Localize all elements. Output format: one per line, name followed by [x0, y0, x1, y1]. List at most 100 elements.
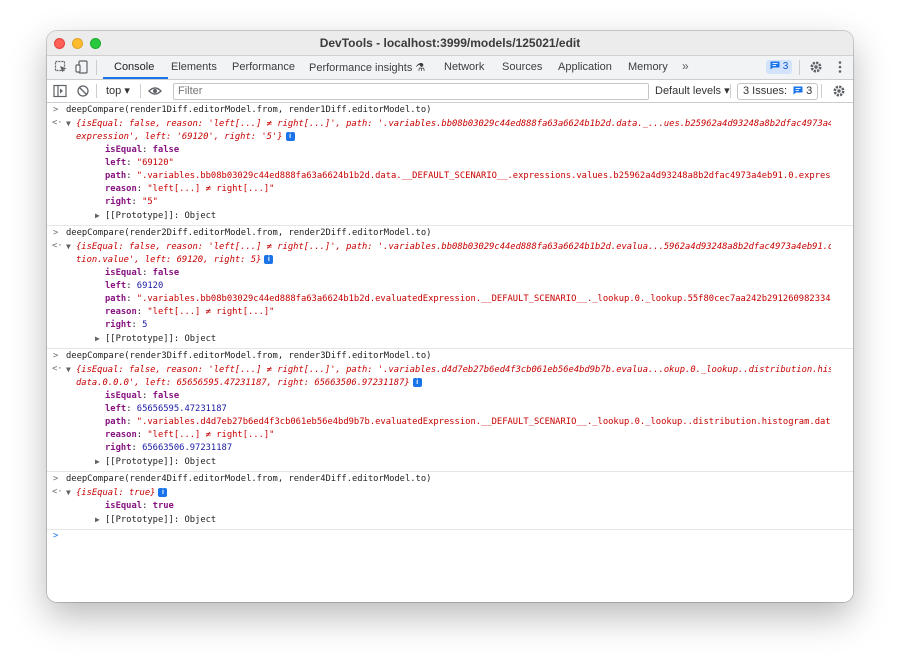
property-row: reason: "left[...] ≠ right[...]" — [105, 307, 275, 317]
expand-triangle-icon[interactable]: ▼ — [66, 363, 76, 376]
property-row: reason: "left[...] ≠ right[...]" — [105, 430, 275, 440]
console-toolbar: top ▾ Default levels ▾ 3 Issues: 3 — [47, 80, 853, 103]
property-row: left: 65656595.47231187 — [105, 404, 227, 414]
messages-count: 3 — [782, 61, 789, 72]
active-tab-indicator — [103, 77, 168, 79]
result-object: <· ▼ {isEqual: false, reason: 'left[...] … — [47, 117, 853, 223]
return-arrow-icon: <· — [52, 487, 63, 497]
panel-tab-bar: Console Elements Performance Performance… — [47, 56, 853, 80]
info-icon[interactable]: i — [264, 255, 274, 264]
prototype-row[interactable]: ▶ [[Prototype]]: Object — [66, 513, 831, 527]
property-row: reason: "left[...] ≠ right[...]" — [105, 184, 275, 194]
property-row: isEqual: false — [105, 145, 180, 155]
messages-badge[interactable]: 3 — [766, 60, 793, 74]
property-row: path: ".variables.bb08b03029c44ed888fa63… — [105, 294, 831, 304]
expand-triangle-icon[interactable]: ▶ — [95, 332, 105, 345]
info-icon[interactable]: i — [412, 378, 422, 387]
title-bar: DevTools - localhost:3999/models/125021/… — [47, 31, 853, 56]
issues-button[interactable]: 3 Issues: 3 — [737, 83, 819, 100]
prototype-row[interactable]: ▶ [[Prototype]]: Object — [66, 455, 831, 469]
prompt-chevron-icon: > — [53, 228, 59, 238]
result-object: <· ▼ {isEqual: true} i isEqual: true ▶ [[Pr… — [47, 486, 853, 527]
prototype-row[interactable]: ▶ [[Prototype]]: Object — [66, 209, 831, 223]
property-row: isEqual: true — [105, 501, 174, 511]
tab-performance[interactable]: Performance — [232, 61, 295, 73]
console-entry: > deepCompare(render3Diff.editorModel.fr… — [47, 348, 853, 471]
property-row: left: 69120 — [105, 281, 164, 291]
devtools-window: DevTools - localhost:3999/models/125021/… — [47, 31, 853, 602]
command-text: deepCompare(render2Diff.editorModel.from… — [66, 228, 432, 238]
device-toolbar-icon[interactable] — [75, 60, 89, 74]
command-text: deepCompare(render1Diff.editorModel.from… — [66, 105, 432, 115]
divider — [96, 60, 97, 75]
expand-triangle-icon[interactable]: ▶ — [95, 455, 105, 468]
tab-performance-insights[interactable]: Performance insights ⚗ — [309, 61, 425, 74]
prompt-chevron-icon: > — [53, 474, 59, 484]
object-preview-continued: tion.value', left: 69120, right: 5} i — [66, 254, 831, 267]
divider — [96, 84, 97, 98]
object-preview-continued: data.0.0.0', left: 65656595.47231187, ri… — [66, 377, 831, 390]
prompt-chevron-icon: > — [53, 531, 59, 541]
console-entry: > deepCompare(render1Diff.editorModel.fr… — [47, 103, 853, 225]
object-preview[interactable]: ▼ {isEqual: false, reason: 'left[...] ≠ r… — [66, 363, 831, 377]
console-prompt-input[interactable]: > — [47, 529, 853, 544]
console-entry: > deepCompare(render4Diff.editorModel.fr… — [47, 471, 853, 529]
object-preview[interactable]: ▼ {isEqual: false, reason: 'left[...] ≠ r… — [66, 240, 831, 254]
expand-triangle-icon[interactable]: ▼ — [66, 486, 76, 499]
expand-triangle-icon[interactable]: ▼ — [66, 240, 76, 253]
issues-count: 3 — [806, 85, 813, 97]
command-text: deepCompare(render3Diff.editorModel.from… — [66, 351, 432, 361]
property-row: path: ".variables.d4d7eb27b6ed4f3cb061eb… — [105, 417, 831, 427]
return-arrow-icon: <· — [52, 241, 63, 251]
tab-application[interactable]: Application — [558, 61, 612, 73]
console-settings-gear-icon[interactable] — [832, 84, 846, 98]
prototype-row[interactable]: ▶ [[Prototype]]: Object — [66, 332, 831, 346]
context-selector[interactable]: top ▾ — [106, 84, 130, 97]
info-icon[interactable]: i — [285, 132, 295, 141]
window-title: DevTools - localhost:3999/models/125021/… — [319, 36, 581, 50]
chat-icon — [770, 61, 780, 70]
gear-icon[interactable] — [809, 60, 823, 74]
property-row: right: "5" — [105, 197, 158, 207]
log-levels-dropdown[interactable]: Default levels ▾ — [655, 84, 730, 97]
issues-label: 3 Issues: — [743, 85, 788, 97]
console-command[interactable]: > deepCompare(render4Diff.editorModel.fr… — [47, 473, 853, 486]
more-tabs-icon[interactable]: » — [682, 59, 689, 73]
filter-box — [173, 83, 649, 100]
filter-input[interactable] — [174, 84, 642, 98]
divider — [730, 84, 731, 98]
object-preview-continued: expression', left: '69120', right: '5'} i — [66, 131, 831, 144]
result-object: <· ▼ {isEqual: false, reason: 'left[...] … — [47, 240, 853, 346]
eye-icon[interactable] — [148, 84, 162, 98]
tab-sources[interactable]: Sources — [502, 61, 542, 73]
info-icon[interactable]: i — [158, 488, 168, 497]
clear-console-icon[interactable] — [76, 84, 90, 98]
sidebar-toggle-icon[interactable] — [53, 84, 67, 98]
property-row: path: ".variables.bb08b03029c44ed888fa63… — [105, 171, 831, 181]
object-preview[interactable]: ▼ {isEqual: false, reason: 'left[...] ≠ r… — [66, 117, 831, 131]
property-row: isEqual: false — [105, 268, 180, 278]
expand-triangle-icon[interactable]: ▶ — [95, 513, 105, 526]
more-options-icon[interactable] — [833, 60, 847, 74]
expand-triangle-icon[interactable]: ▶ — [95, 209, 105, 222]
divider — [140, 84, 141, 98]
console-command[interactable]: > deepCompare(render2Diff.editorModel.fr… — [47, 227, 853, 240]
property-row: isEqual: false — [105, 391, 180, 401]
tab-memory[interactable]: Memory — [628, 61, 668, 73]
property-row: right: 65663506.97231187 — [105, 443, 233, 453]
object-preview[interactable]: ▼ {isEqual: true} i — [66, 486, 831, 500]
tab-elements[interactable]: Elements — [171, 61, 217, 73]
prompt-chevron-icon: > — [53, 105, 59, 115]
result-object: <· ▼ {isEqual: false, reason: 'left[...] … — [47, 363, 853, 469]
tab-console[interactable]: Console — [114, 61, 154, 73]
return-arrow-icon: <· — [52, 364, 63, 374]
inspect-element-icon[interactable] — [54, 60, 68, 74]
console-entry: > deepCompare(render2Diff.editorModel.fr… — [47, 225, 853, 348]
tab-network[interactable]: Network — [444, 61, 484, 73]
property-row: left: "69120" — [105, 158, 174, 168]
console-command[interactable]: > deepCompare(render1Diff.editorModel.fr… — [47, 104, 853, 117]
console-command[interactable]: > deepCompare(render3Diff.editorModel.fr… — [47, 350, 853, 363]
return-arrow-icon: <· — [52, 118, 63, 128]
expand-triangle-icon[interactable]: ▼ — [66, 117, 76, 130]
property-row: right: 5 — [105, 320, 148, 330]
